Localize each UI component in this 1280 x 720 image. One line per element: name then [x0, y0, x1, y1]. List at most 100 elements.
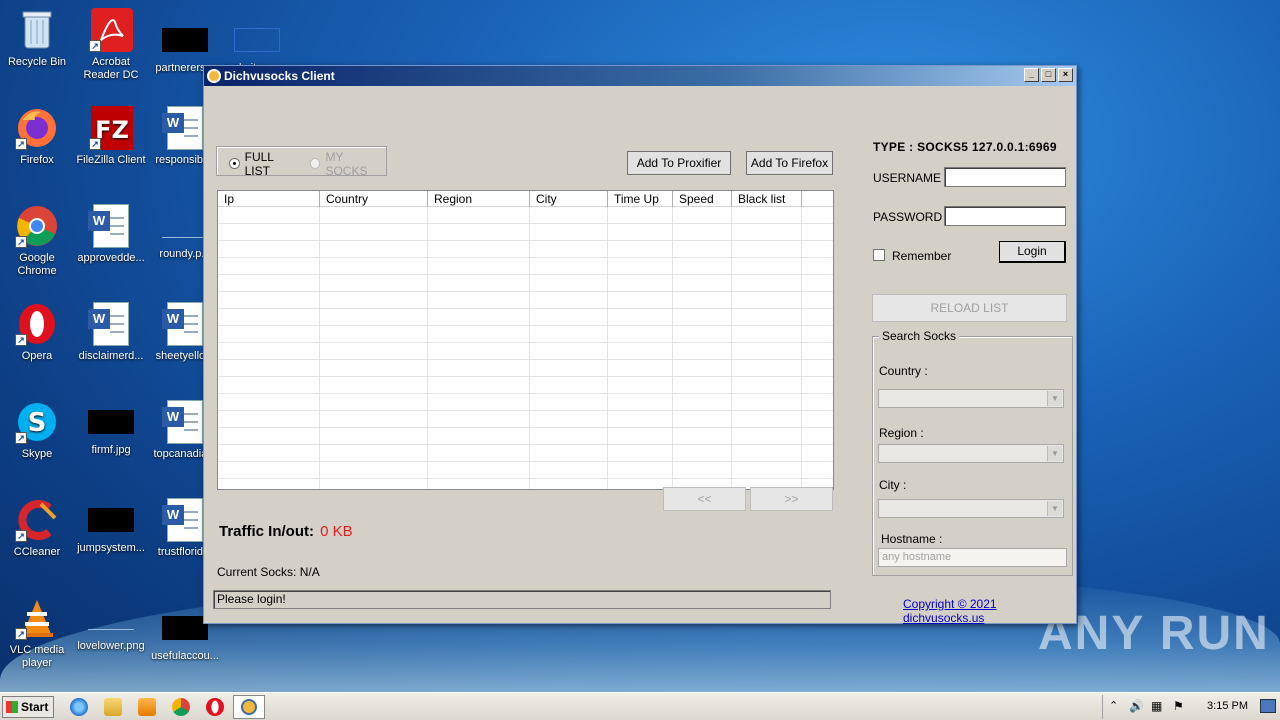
list-mode-group: FULL LIST MY SOCKS: [216, 146, 387, 178]
city-dropdown[interactable]: ▼: [878, 499, 1064, 518]
windows-logo-icon: [6, 701, 18, 713]
minimize-button[interactable]: _: [1024, 68, 1039, 82]
media-player-icon[interactable]: [138, 698, 156, 716]
add-to-proxifier-button[interactable]: Add To Proxifier: [627, 151, 731, 175]
close-button[interactable]: ×: [1058, 68, 1073, 82]
start-label: Start: [21, 700, 49, 714]
dichvusocks-icon: [241, 699, 257, 715]
reload-list-button[interactable]: RELOAD LIST: [872, 294, 1067, 322]
desktop-icon-vlc[interactable]: ↗ VLC media player: [0, 596, 74, 670]
column-header-city[interactable]: City: [530, 191, 608, 207]
desktop-icon-lovelower[interactable]: lovelower.png: [74, 596, 148, 653]
copyright-link[interactable]: Copyright © 2021 dichvusocks.us: [903, 597, 1076, 625]
desktop-icon-recycle-bin[interactable]: Recycle Bin: [0, 8, 74, 69]
hostname-label: Hostname :: [881, 532, 943, 546]
word-document-icon: W: [88, 204, 129, 248]
vlc-icon: ↗: [15, 596, 59, 640]
word-document-icon: W: [162, 498, 203, 542]
socks-type-label: TYPE : SOCKS5 127.0.0.1:6969: [873, 140, 1057, 154]
desktop-icon-approvedde[interactable]: W approvedde...: [74, 204, 148, 265]
traffic-label: Traffic In/out:: [219, 523, 314, 540]
grid-divider: [672, 207, 673, 489]
search-socks-legend: Search Socks: [879, 329, 960, 343]
traffic-value: 0 KB: [320, 523, 353, 540]
taskbar-dichvusocks-button[interactable]: [233, 695, 265, 719]
grid-divider: [319, 207, 320, 489]
explorer-icon[interactable]: [104, 698, 122, 716]
full-list-radio[interactable]: FULL LIST: [229, 150, 300, 178]
action-center-flag-icon[interactable]: ⚑: [1173, 699, 1184, 713]
column-header-speed[interactable]: Speed: [673, 191, 732, 207]
app-icon: [207, 69, 221, 83]
system-tray: ⌃ 🔊 ▦ ⚑ 3:15 PM: [1102, 695, 1280, 719]
image-thumbnail: [162, 214, 208, 238]
show-desktop-icon[interactable]: [1260, 699, 1276, 713]
add-to-firefox-button[interactable]: Add To Firefox: [746, 151, 833, 175]
svg-text:S: S: [28, 408, 47, 438]
remember-checkbox[interactable]: [873, 249, 885, 261]
show-hidden-icons-icon[interactable]: ⌃: [1109, 699, 1118, 712]
desktop-icon-skype[interactable]: S ↗ Skype: [0, 400, 74, 461]
title-bar[interactable]: Dichvusocks Client _ □ ×: [204, 66, 1076, 86]
current-socks-text: Current Socks: N/A: [217, 565, 320, 579]
grid-divider: [607, 207, 608, 489]
my-socks-label: MY SOCKS: [325, 149, 368, 178]
column-header-time-up[interactable]: Time Up: [608, 191, 673, 207]
opera-icon: ↗: [15, 302, 59, 346]
chrome-icon[interactable]: [172, 698, 190, 716]
column-header-ip[interactable]: Ip: [218, 191, 320, 207]
word-document-icon: W: [162, 106, 203, 150]
volume-icon[interactable]: 🔊: [1129, 699, 1144, 713]
region-dropdown[interactable]: ▼: [878, 444, 1064, 463]
region-label: Region :: [879, 426, 924, 440]
grid-divider: [731, 207, 732, 489]
image-thumbnail: [162, 616, 208, 640]
socks-list-grid[interactable]: Ip Country Region City Time Up Speed Bla…: [217, 190, 834, 490]
grid-body[interactable]: [218, 207, 833, 489]
hostname-input[interactable]: any hostname: [878, 548, 1067, 567]
radio-unselected-icon: [309, 158, 321, 169]
desktop-icon-chrome[interactable]: ↗ Google Chrome: [0, 204, 74, 278]
maximize-button[interactable]: □: [1041, 68, 1056, 82]
grid-divider: [529, 207, 530, 489]
grid-divider: [427, 207, 428, 489]
opera-icon[interactable]: [206, 698, 224, 716]
recycle-bin-icon: [15, 8, 59, 52]
password-field[interactable]: [944, 206, 1066, 226]
login-button[interactable]: Login: [999, 241, 1066, 263]
grid-header: Ip Country Region City Time Up Speed Bla…: [218, 191, 833, 207]
image-thumbnail: [162, 28, 208, 52]
desktop-icon-ccleaner[interactable]: ↗ CCleaner: [0, 498, 74, 559]
desktop-icon-opera[interactable]: ↗ Opera: [0, 302, 74, 363]
radio-selected-icon: [229, 158, 240, 169]
desktop-icon-jumpsystem[interactable]: jumpsystem...: [74, 498, 148, 555]
prev-page-button[interactable]: <<: [663, 487, 746, 511]
clock[interactable]: 3:15 PM: [1207, 700, 1248, 712]
column-header-region[interactable]: Region: [428, 191, 530, 207]
username-label: USERNAME: [873, 171, 942, 185]
ie-icon[interactable]: [70, 698, 88, 716]
country-label: Country :: [879, 364, 928, 378]
acrobat-icon: ↗: [89, 8, 133, 52]
country-dropdown[interactable]: ▼: [878, 389, 1064, 408]
column-header-black-list[interactable]: Black list: [732, 191, 802, 207]
grid-divider: [801, 207, 802, 489]
skype-icon: S ↗: [15, 400, 59, 444]
desktop-icon-disclaimerd[interactable]: W disclaimerd...: [74, 302, 148, 363]
desktop-icon-filezilla[interactable]: FZ ↗ FileZilla Client: [74, 106, 148, 167]
filezilla-icon: FZ ↗: [89, 106, 133, 150]
start-button[interactable]: Start: [2, 696, 54, 718]
next-page-button[interactable]: >>: [750, 487, 833, 511]
image-thumbnail: [234, 28, 280, 52]
traffic-display: Traffic In/out: 0 KB: [219, 523, 353, 540]
password-label: PASSWORD: [873, 210, 943, 224]
my-socks-radio[interactable]: MY SOCKS: [309, 149, 386, 178]
network-icon[interactable]: ▦: [1151, 699, 1162, 713]
image-thumbnail: [88, 508, 134, 532]
desktop-icon-firmf[interactable]: firmf.jpg: [74, 400, 148, 457]
column-header-country[interactable]: Country: [320, 191, 428, 207]
image-thumbnail: [88, 606, 134, 630]
desktop-icon-acrobat[interactable]: ↗ Acrobat Reader DC: [74, 8, 148, 82]
desktop-icon-firefox[interactable]: ↗ Firefox: [0, 106, 74, 167]
username-field[interactable]: [944, 167, 1066, 187]
